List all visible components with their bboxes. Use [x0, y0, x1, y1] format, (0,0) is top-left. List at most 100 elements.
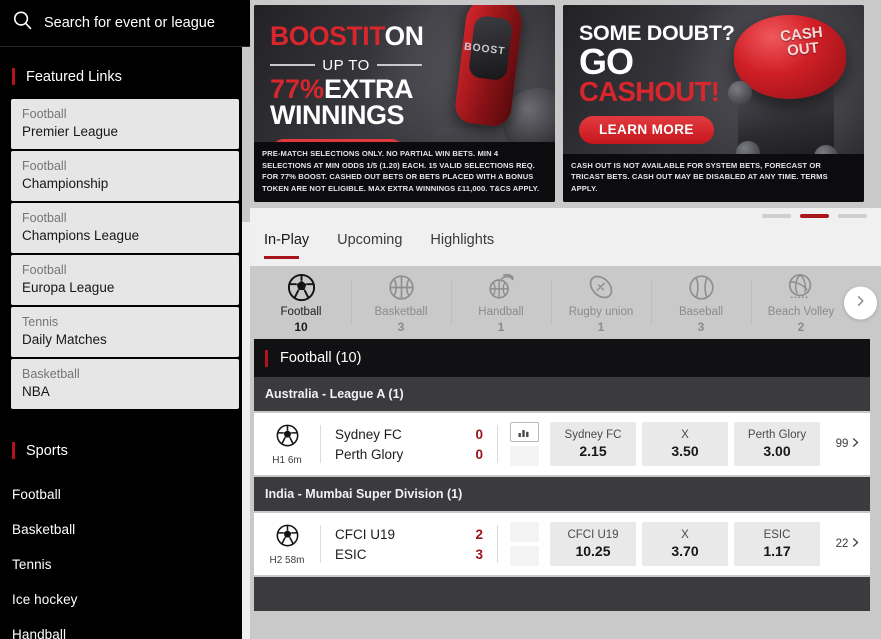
- odds-label: Sydney FC: [564, 428, 622, 441]
- accent-bar: [12, 68, 15, 85]
- featured-sport: Football: [22, 262, 67, 277]
- sport-label: Basketball: [374, 305, 428, 318]
- accent-bar: [12, 442, 15, 459]
- search-bar[interactable]: [0, 0, 250, 47]
- featured-link-item[interactable]: Football Premier League: [11, 99, 239, 149]
- table-row[interactable]: H2 58m CFCI U19 2 ESIC 3 CFCI U19 10.25 …: [254, 513, 870, 577]
- sport-count: 10: [294, 319, 308, 334]
- media-placeholder: [509, 446, 539, 466]
- odds-value: 3.00: [763, 442, 791, 459]
- odds-value: 3.70: [671, 542, 699, 559]
- event-away-line: ESIC 3: [335, 547, 489, 562]
- promo-banner-boost[interactable]: BOOST BOOSTITON UP TO 77%EXTRA WINNINGS …: [254, 5, 555, 202]
- banner-terms: PRE-MATCH SELECTIONS ONLY. NO PARTIAL WI…: [254, 141, 555, 202]
- carousel-dot[interactable]: [838, 214, 867, 218]
- headline-boost: BOOST: [270, 21, 363, 51]
- tab-in-play[interactable]: In-Play: [264, 226, 327, 259]
- odds-label: CFCI U19: [567, 528, 619, 541]
- event-period: H2 58m: [269, 554, 305, 566]
- promo-banner-cashout[interactable]: CASH OUT SOME DOUBT? GO CASHOUT! LEARN M…: [563, 5, 864, 202]
- sport-filter-basketball[interactable]: Basketball 3: [351, 266, 451, 339]
- sports-header: Sports: [0, 411, 250, 473]
- league-header[interactable]: India - Mumbai Super Division (1): [254, 477, 870, 513]
- banner-percent: 77%: [270, 73, 325, 104]
- featured-link-item[interactable]: Football Champions League: [11, 203, 239, 253]
- featured-link-item[interactable]: Basketball NBA: [11, 359, 239, 409]
- banner-copy: SOME DOUBT? GO CASHOUT! LEARN MORE: [563, 5, 864, 144]
- sidebar-item-tennis[interactable]: Tennis: [0, 547, 250, 582]
- banner-headline: BOOSTITON: [270, 23, 555, 50]
- sidebar-item-ice-hockey[interactable]: Ice hockey: [0, 582, 250, 617]
- odds-label: X: [681, 428, 689, 441]
- sport-count: 1: [497, 319, 505, 334]
- banner-terms: CASH OUT IS NOT AVAILABLE FOR SYSTEM BET…: [563, 153, 864, 202]
- carousel-next-button[interactable]: [844, 286, 877, 319]
- search-icon: [12, 10, 33, 36]
- odds-button-home[interactable]: Sydney FC 2.15: [550, 422, 636, 466]
- sport-filter-baseball[interactable]: Baseball 3: [651, 266, 751, 339]
- main-content: BOOST BOOSTITON UP TO 77%EXTRA WINNINGS …: [250, 0, 881, 639]
- featured-link-item[interactable]: Tennis Daily Matches: [11, 307, 239, 357]
- events-list: Football (10) Australia - League A (1) H…: [250, 339, 881, 613]
- sports-title: Sports: [26, 442, 68, 459]
- odds-button-away[interactable]: Perth Glory 3.00: [734, 422, 820, 466]
- carousel-dot[interactable]: [762, 214, 791, 218]
- statistics-icon[interactable]: [509, 422, 539, 442]
- banner-upto-row: UP TO: [270, 57, 422, 74]
- banner-winnings: WINNINGS: [270, 99, 405, 130]
- scrollbar-thumb[interactable]: [242, 47, 250, 222]
- sidebar-item-handball[interactable]: Handball: [0, 617, 250, 639]
- featured-league: NBA: [22, 383, 50, 399]
- headline-on: ON: [384, 21, 424, 51]
- featured-sport: Basketball: [22, 366, 80, 381]
- learn-more-button[interactable]: LEARN MORE: [579, 115, 714, 144]
- sport-filter-beach-volley[interactable]: Beach Volley 2: [751, 266, 851, 339]
- sidebar-scrollbar[interactable]: [242, 47, 250, 639]
- sports-nav: Football Basketball Tennis Ice hockey Ha…: [0, 473, 250, 639]
- league-header[interactable]: Australia - League A (1): [254, 377, 870, 413]
- sport-filter-football[interactable]: Football 10: [251, 266, 351, 339]
- featured-league: Daily Matches: [22, 331, 107, 347]
- home-team-name: Sydney FC: [335, 426, 402, 442]
- sport-filter-rugby-union[interactable]: Rugby union 1: [551, 266, 651, 339]
- featured-sport: Football: [22, 210, 67, 225]
- odds-group: CFCI U19 10.25 X 3.70 ESIC 1.17: [550, 522, 826, 566]
- sidebar-item-football[interactable]: Football: [0, 477, 250, 512]
- league-header-partial[interactable]: [254, 577, 870, 613]
- featured-league: Championship: [22, 175, 109, 191]
- table-row[interactable]: H1 6m Sydney FC 0 Perth Glory 0 Sydney F…: [254, 413, 870, 477]
- sport-label: Football: [280, 305, 322, 318]
- featured-sport: Football: [22, 158, 67, 173]
- odds-button-draw[interactable]: X 3.50: [642, 422, 728, 466]
- event-teams: Sydney FC 0 Perth Glory 0: [321, 427, 497, 462]
- event-media-icons: [498, 422, 550, 466]
- event-home-line: Sydney FC 0: [335, 427, 489, 442]
- search-input[interactable]: [44, 15, 240, 31]
- banner-upto: UP TO: [322, 56, 370, 74]
- football-icon: [275, 423, 300, 453]
- featured-link-item[interactable]: Football Championship: [11, 151, 239, 201]
- sport-count: 1: [597, 319, 605, 334]
- home-score: 0: [475, 426, 483, 442]
- odds-button-home[interactable]: CFCI U19 10.25: [550, 522, 636, 566]
- sport-filter-handball[interactable]: Handball 1: [451, 266, 551, 339]
- media-placeholder: [509, 522, 539, 542]
- away-team-name: ESIC: [335, 546, 367, 562]
- banner-extra: EXTRA: [324, 73, 414, 104]
- more-markets-link[interactable]: 22: [826, 537, 870, 551]
- betting-app: Featured Links Football Premier League F…: [0, 0, 881, 639]
- carousel-dot-active[interactable]: [800, 214, 829, 218]
- featured-link-item[interactable]: Football Europa League: [11, 255, 239, 305]
- more-markets-link[interactable]: 99: [826, 437, 870, 451]
- odds-button-draw[interactable]: X 3.70: [642, 522, 728, 566]
- event-media-icons: [498, 522, 550, 566]
- featured-league: Europa League: [22, 279, 115, 295]
- handball-icon: [486, 271, 516, 304]
- odds-button-away[interactable]: ESIC 1.17: [734, 522, 820, 566]
- tab-upcoming[interactable]: Upcoming: [337, 226, 420, 259]
- rule-left: [270, 64, 316, 66]
- sidebar-item-basketball[interactable]: Basketball: [0, 512, 250, 547]
- more-markets-count: 99: [835, 438, 849, 450]
- events-sport-header: Football (10): [254, 339, 870, 377]
- tab-highlights[interactable]: Highlights: [430, 226, 512, 259]
